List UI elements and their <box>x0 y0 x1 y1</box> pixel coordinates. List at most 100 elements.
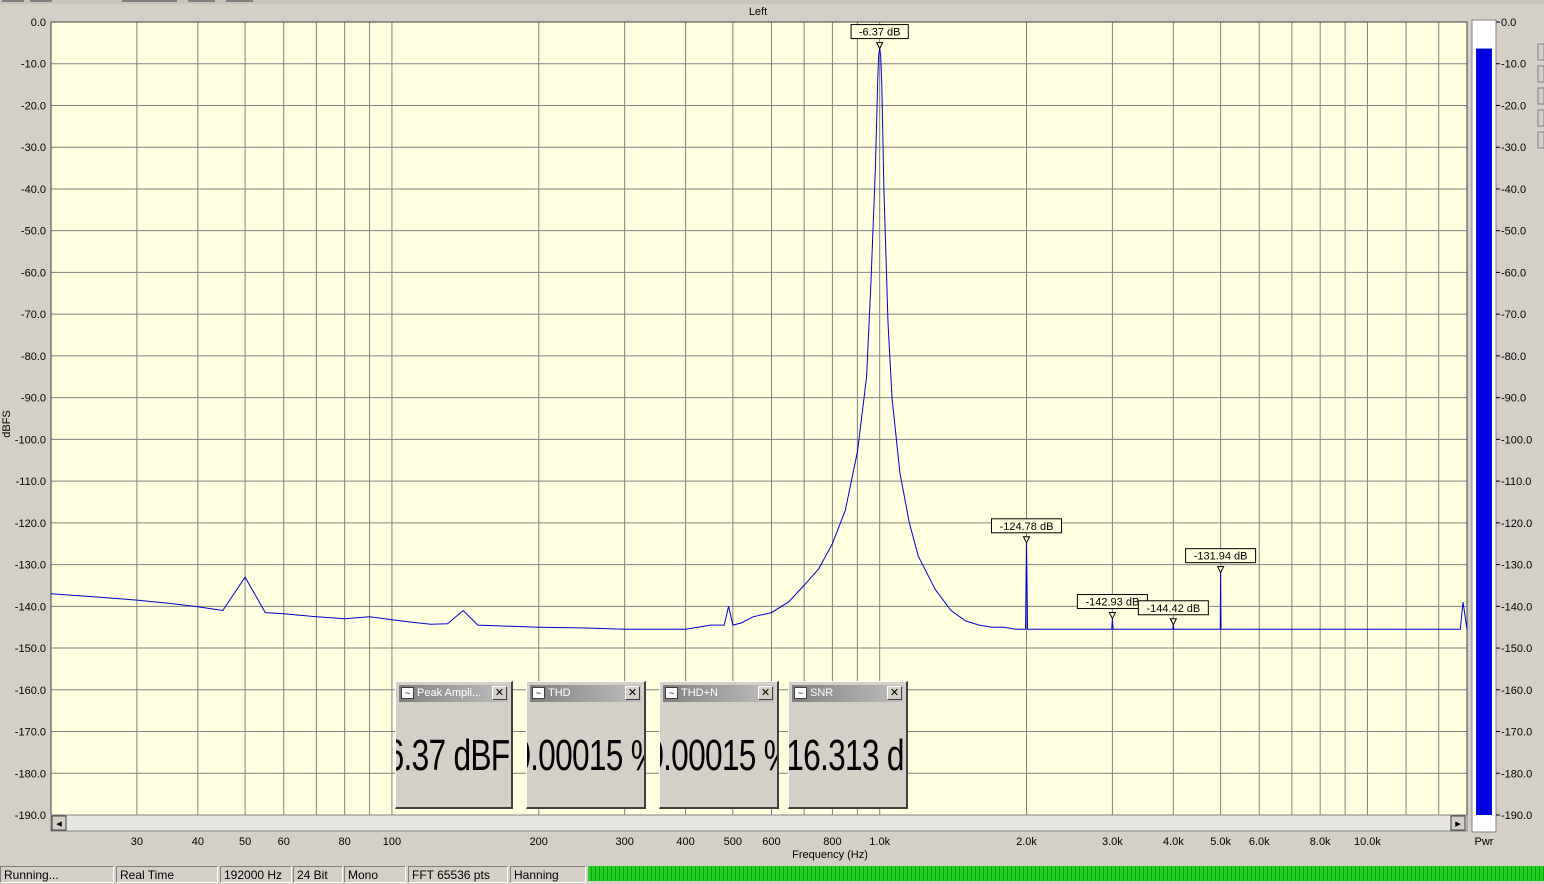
x-tick-label: 40 <box>192 836 204 848</box>
power-tick-label: -130.0 <box>1501 560 1532 572</box>
y-tick-label: -140.0 <box>15 601 46 613</box>
y-axis-ticks: 0.0 -10.0 -20.0 -30.0 -40.0 -50.0 -60.0 -70.0 -8… <box>15 17 46 822</box>
scroll-right-icon: ▸ <box>1455 818 1461 830</box>
power-tick-label: -60.0 <box>1501 267 1526 279</box>
y-tick-label: -170.0 <box>15 727 46 739</box>
power-meter-label: Pwr <box>1475 836 1494 848</box>
thd-meter[interactable]: ~THD ✕ 0.00015 % <box>526 681 646 809</box>
close-icon[interactable]: ✕ <box>758 686 773 700</box>
status-bit-depth: 24 Bit <box>293 866 343 883</box>
snr-meter[interactable]: ~SNR ✕ 116.313 dB <box>788 681 908 809</box>
x-tick-label: 5.0k <box>1210 836 1231 848</box>
power-tick-label: 0.0 <box>1501 17 1516 29</box>
y-tick-label: -130.0 <box>15 560 46 572</box>
power-tick-label: -150.0 <box>1501 643 1532 655</box>
power-tick-label: -190.0 <box>1501 810 1532 822</box>
x-axis-ticks: 30 40 50 60 80 100 200 300 400 500 600 800 1.0k 2.0k 3… <box>131 836 1382 848</box>
y-tick-label: -30.0 <box>21 142 46 154</box>
status-sample-rate: 192000 Hz <box>220 866 292 883</box>
y-tick-label: -190.0 <box>15 810 46 822</box>
meter-titlebar[interactable]: ~ THD ✕ <box>530 685 641 702</box>
x-tick-label: 400 <box>676 836 694 848</box>
meter-value: -6.37 dBFS <box>396 730 511 780</box>
power-tick-label: -170.0 <box>1501 727 1532 739</box>
x-tick-label: 800 <box>823 836 841 848</box>
x-tick-label: 6.0k <box>1249 836 1270 848</box>
x-tick-label: 30 <box>131 836 143 848</box>
close-icon[interactable]: ✕ <box>625 686 640 700</box>
y-axis-label: dBFS <box>1 410 13 438</box>
meter-titlebar[interactable]: ~ SNR ✕ <box>792 685 903 702</box>
power-tick-label: -100.0 <box>1501 434 1532 446</box>
y-tick-label: 0.0 <box>31 17 46 29</box>
meter-value: 0.00015 % <box>660 730 777 780</box>
peak-label: -124.78 dB <box>1000 521 1054 533</box>
peak-label: -144.42 dB <box>1146 603 1200 615</box>
y-tick-label: -150.0 <box>15 643 46 655</box>
power-tick-label: -140.0 <box>1501 601 1532 613</box>
thd-n-meter[interactable]: ~THD+N ✕ 0.00015 % <box>659 681 779 809</box>
x-tick-label: 2.0k <box>1016 836 1037 848</box>
x-axis-label: Frequency (Hz) <box>792 849 868 861</box>
power-tick-label: -70.0 <box>1501 309 1526 321</box>
y-tick-label: -180.0 <box>15 768 46 780</box>
status-window: Hanning <box>510 866 586 883</box>
power-tick-label: -20.0 <box>1501 100 1526 112</box>
x-tick-label: 50 <box>239 836 251 848</box>
status-mode: Real Time <box>116 866 218 883</box>
power-level-bar <box>1476 48 1492 816</box>
close-icon[interactable]: ✕ <box>492 686 507 700</box>
power-tick-label: -110.0 <box>1501 476 1531 488</box>
peak-amplitude-meter[interactable]: ~Peak Ampli... ✕ -6.37 dBFS <box>395 681 513 809</box>
x-tick-label: 3.0k <box>1102 836 1123 848</box>
y-tick-label: -80.0 <box>21 351 46 363</box>
power-meter: 0.0 -10.0 -20.0 -30.0 -40.0 -50.0 -60.0 -70.0 -8… <box>1471 17 1532 848</box>
power-tick-label: -80.0 <box>1501 351 1526 363</box>
y-tick-label: -50.0 <box>21 226 46 238</box>
power-meter-ticks: 0.0 -10.0 -20.0 -30.0 -40.0 -50.0 -60.0 -70.0 -8… <box>1496 17 1532 822</box>
status-channels: Mono <box>344 866 406 883</box>
scroll-left-icon: ◂ <box>56 818 62 830</box>
x-tick-label: 1.0k <box>869 836 890 848</box>
input-level-meter <box>588 866 1544 881</box>
y-tick-label: -60.0 <box>21 267 46 279</box>
x-tick-label: 500 <box>724 836 742 848</box>
chart-title: Left <box>749 6 767 18</box>
power-tick-label: -10.0 <box>1501 59 1526 71</box>
status-state: Running... <box>0 866 114 883</box>
power-tick-label: -160.0 <box>1501 685 1532 697</box>
meter-titlebar[interactable]: ~ Peak Ampli... ✕ <box>399 685 508 702</box>
power-tick-label: -50.0 <box>1501 226 1526 238</box>
x-tick-label: 300 <box>615 836 633 848</box>
x-tick-label: 200 <box>530 836 548 848</box>
meter-titlebar[interactable]: ~ THD+N ✕ <box>663 685 774 702</box>
x-tick-label: 60 <box>278 836 290 848</box>
status-fft-size: FFT 65536 pts <box>408 866 508 883</box>
h-scrollbar[interactable]: ◂ ▸ <box>50 814 1468 832</box>
power-tick-label: -120.0 <box>1501 518 1532 530</box>
x-tick-label: 4.0k <box>1163 836 1184 848</box>
y-tick-label: -10.0 <box>21 59 46 71</box>
x-tick-label: 10.0k <box>1354 836 1381 848</box>
y-tick-label: -120.0 <box>15 518 46 530</box>
power-tick-label: -30.0 <box>1501 142 1526 154</box>
meter-title: Peak Ampli... <box>417 687 482 699</box>
close-icon[interactable]: ✕ <box>887 686 902 700</box>
meter-value: 0.00015 % <box>527 730 644 780</box>
waveform-icon: ~ <box>532 687 545 699</box>
right-edge-buttons[interactable] <box>1537 43 1544 149</box>
y-tick-label: -100.0 <box>15 434 46 446</box>
x-tick-label: 8.0k <box>1310 836 1331 848</box>
waveform-icon: ~ <box>794 687 807 699</box>
waveform-icon: ~ <box>401 687 414 699</box>
meter-title: SNR <box>810 687 834 699</box>
power-tick-label: -180.0 <box>1501 768 1532 780</box>
y-tick-label: -20.0 <box>21 100 46 112</box>
waveform-icon: ~ <box>665 687 678 699</box>
peak-label: -131.94 dB <box>1194 551 1248 563</box>
y-tick-label: -160.0 <box>15 685 46 697</box>
y-tick-label: -110.0 <box>16 476 46 488</box>
meter-title: THD <box>548 687 571 699</box>
x-tick-label: 100 <box>383 836 401 848</box>
meter-title: THD+N <box>681 687 718 699</box>
